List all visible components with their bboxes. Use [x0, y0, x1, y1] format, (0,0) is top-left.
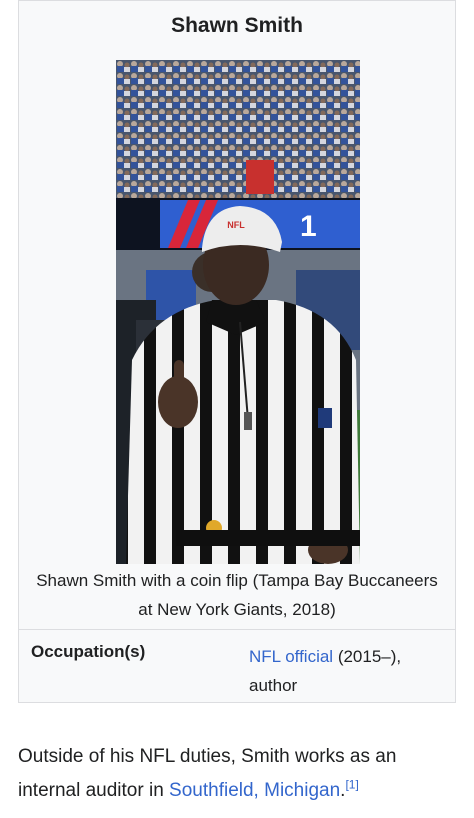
- nfl-official-link[interactable]: NFL official: [249, 647, 333, 666]
- southfield-michigan-link[interactable]: Southfield, Michigan: [169, 780, 340, 801]
- occupation-extra: author: [249, 676, 298, 695]
- article-paragraph: Outside of his NFL duties, Smith works a…: [18, 740, 458, 808]
- cap-logo: NFL: [227, 220, 245, 230]
- occupation-years: (2015–),: [333, 647, 402, 666]
- occupation-label: Occupation(s): [31, 642, 146, 661]
- infobox: Shawn Smith 1 NFL Shawn Smith with a coi…: [18, 0, 456, 703]
- row-divider: [19, 629, 455, 630]
- scoreboard-digit: 1: [300, 210, 317, 243]
- infobox-title: Shawn Smith: [171, 14, 303, 37]
- photo-caption: Shawn Smith with a coin flip (Tampa Bay …: [36, 571, 438, 619]
- occupation-value: NFL official (2015–), author: [249, 642, 445, 700]
- referee-photo[interactable]: 1 NFL: [116, 60, 360, 564]
- reference-link[interactable]: [1]: [345, 778, 358, 792]
